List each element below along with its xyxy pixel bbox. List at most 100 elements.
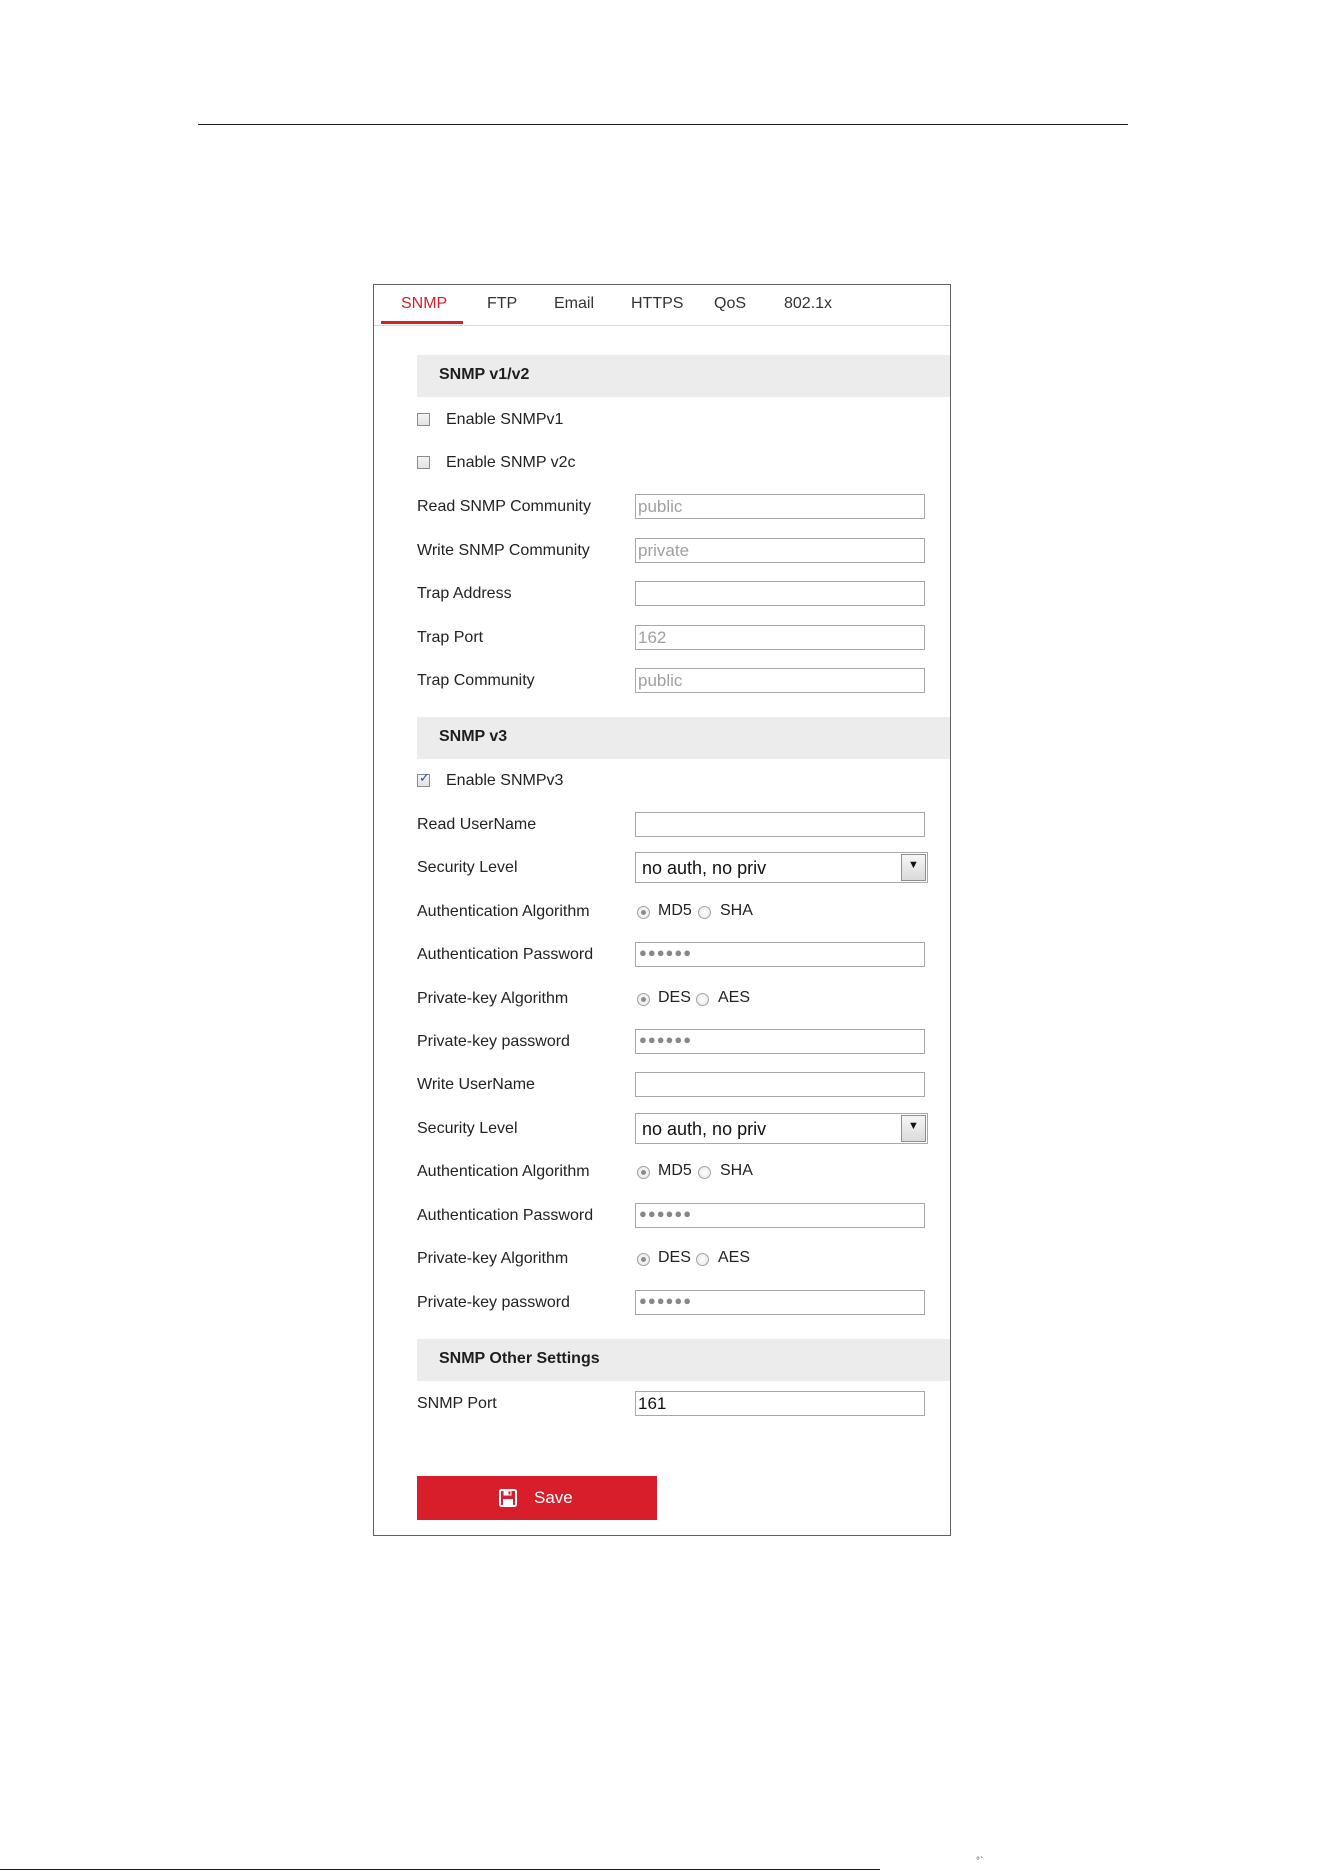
footer-rule [0, 1869, 880, 1870]
chevron-down-icon[interactable]: ▼ [901, 854, 926, 881]
trap-address-row: Trap Address [417, 581, 927, 609]
snmp-port-row: SNMP Port 161 [417, 1391, 927, 1419]
read-auth-password-row: Authentication Password ●●●●●● [417, 942, 927, 970]
enable-snmpv2c-row: Enable SNMP v2c [417, 451, 927, 479]
read-auth-password-input[interactable]: ●●●●●● [635, 942, 925, 967]
read-auth-sha-radio[interactable] [698, 906, 711, 919]
write-community-input[interactable]: private [635, 538, 925, 563]
write-auth-password-label: Authentication Password [417, 1207, 594, 1224]
read-auth-sha-label: SHA [720, 902, 753, 919]
trap-address-input[interactable] [635, 581, 925, 606]
write-security-level-select[interactable]: no auth, no priv ▼ [635, 1113, 928, 1144]
read-community-input[interactable]: public [635, 494, 925, 519]
tab-https[interactable]: HTTPS [631, 295, 683, 313]
write-security-level-row: Security Level no auth, no priv ▼ [417, 1113, 928, 1144]
write-auth-password-input[interactable]: ●●●●●● [635, 1203, 925, 1228]
read-username-input[interactable] [635, 812, 925, 837]
chevron-down-icon[interactable]: ▼ [901, 1115, 926, 1142]
snmp-settings-panel: SNMP FTP Email HTTPS QoS 802.1x SNMP v1/… [373, 284, 951, 1536]
read-security-level-label: Security Level [417, 859, 518, 876]
trap-community-row: Trap Community public [417, 668, 927, 696]
write-auth-md5-label: MD5 [658, 1162, 692, 1179]
trap-community-value: public [638, 671, 683, 690]
write-priv-des-label: DES [658, 1249, 691, 1266]
read-priv-des-label: DES [658, 989, 691, 1006]
write-priv-algorithm-row: Private-key Algorithm DES AES [417, 1246, 927, 1274]
write-community-value: private [638, 541, 690, 560]
write-username-label: Write UserName [417, 1076, 535, 1093]
tab-ftp[interactable]: FTP [487, 295, 517, 313]
read-auth-algorithm-row: Authentication Algorithm MD5 SHA [417, 899, 927, 927]
trap-port-row: Trap Port 162 [417, 625, 927, 653]
snmp-port-value: 161 [638, 1394, 667, 1413]
read-auth-md5-radio[interactable] [637, 906, 650, 919]
section-title: SNMP v1/v2 [439, 366, 530, 383]
trap-community-input[interactable]: public [635, 668, 925, 693]
save-button[interactable]: Save [417, 1476, 657, 1520]
write-username-input[interactable] [635, 1072, 925, 1097]
header-rule [198, 124, 1128, 125]
write-priv-aes-radio[interactable] [696, 1253, 709, 1266]
write-auth-algorithm-row: Authentication Algorithm MD5 SHA [417, 1159, 927, 1187]
tab-snmp[interactable]: SNMP [401, 295, 447, 313]
write-community-row: Write SNMP Community private [417, 538, 927, 566]
tab-qos[interactable]: QoS [714, 295, 746, 313]
trap-address-label: Trap Address [417, 585, 512, 602]
write-auth-sha-label: SHA [720, 1162, 753, 1179]
write-priv-des-radio[interactable] [637, 1253, 650, 1266]
trap-port-label: Trap Port [417, 629, 484, 646]
enable-snmpv3-row: ✓ Enable SNMPv3 [417, 769, 927, 797]
read-auth-md5-label: MD5 [658, 902, 692, 919]
section-header-other: SNMP Other Settings [417, 1339, 950, 1381]
read-security-level-select[interactable]: no auth, no priv ▼ [635, 852, 928, 883]
trap-community-label: Trap Community [417, 672, 535, 689]
read-security-level-value: no auth, no priv [642, 858, 767, 878]
write-auth-algorithm-label: Authentication Algorithm [417, 1163, 590, 1180]
write-security-level-value: no auth, no priv [642, 1119, 767, 1139]
write-priv-password-label: Private-key password [417, 1294, 570, 1311]
tab-email[interactable]: Email [554, 295, 594, 313]
read-auth-algorithm-label: Authentication Algorithm [417, 903, 590, 920]
read-priv-des-radio[interactable] [637, 993, 650, 1006]
enable-snmpv3-checkbox[interactable]: ✓ [417, 770, 430, 787]
section-header-v1v2: SNMP v1/v2 [417, 355, 950, 397]
write-community-label: Write SNMP Community [417, 542, 590, 559]
write-priv-aes-label: AES [718, 1249, 751, 1266]
read-username-row: Read UserName [417, 812, 927, 840]
write-security-level-label: Security Level [417, 1120, 518, 1137]
write-username-row: Write UserName [417, 1072, 927, 1100]
read-community-label: Read SNMP Community [417, 498, 591, 515]
section-header-v3: SNMP v3 [417, 717, 950, 759]
read-priv-algorithm-row: Private-key Algorithm DES AES [417, 986, 927, 1014]
enable-snmpv1-row: Enable SNMPv1 [417, 408, 927, 436]
tab-bar: SNMP FTP Email HTTPS QoS 802.1x [374, 285, 950, 326]
write-priv-password-row: Private-key password ●●●●●● [417, 1290, 927, 1318]
read-priv-aes-label: AES [718, 989, 751, 1006]
section-title: SNMP v3 [439, 728, 508, 745]
enable-snmpv2c-checkbox[interactable] [417, 456, 430, 469]
read-auth-password-value: ●●●●●● [639, 945, 693, 960]
write-priv-password-input[interactable]: ●●●●●● [635, 1290, 925, 1315]
floppy-disk-icon [499, 1489, 517, 1507]
snmp-port-input[interactable]: 161 [635, 1391, 925, 1416]
write-auth-password-row: Authentication Password ●●●●●● [417, 1203, 927, 1231]
read-username-label: Read UserName [417, 816, 537, 833]
write-priv-algorithm-label: Private-key Algorithm [417, 1250, 569, 1267]
write-auth-md5-radio[interactable] [637, 1166, 650, 1179]
read-auth-password-label: Authentication Password [417, 946, 594, 963]
page-mark: °` [976, 1856, 984, 1867]
read-security-level-row: Security Level no auth, no priv ▼ [417, 852, 928, 883]
tab-8021x[interactable]: 802.1x [784, 295, 832, 313]
read-priv-password-row: Private-key password ●●●●●● [417, 1029, 927, 1057]
trap-port-value: 162 [638, 628, 667, 647]
read-priv-password-input[interactable]: ●●●●●● [635, 1029, 925, 1054]
read-community-row: Read SNMP Community public [417, 494, 927, 522]
read-priv-aes-radio[interactable] [696, 993, 709, 1006]
write-auth-sha-radio[interactable] [698, 1166, 711, 1179]
write-auth-password-value: ●●●●●● [639, 1206, 693, 1221]
enable-snmpv1-checkbox[interactable] [417, 413, 430, 426]
write-priv-password-value: ●●●●●● [639, 1293, 693, 1308]
enable-snmpv3-label: Enable SNMPv3 [446, 772, 564, 789]
trap-port-input[interactable]: 162 [635, 625, 925, 650]
save-button-label: Save [534, 1488, 573, 1507]
